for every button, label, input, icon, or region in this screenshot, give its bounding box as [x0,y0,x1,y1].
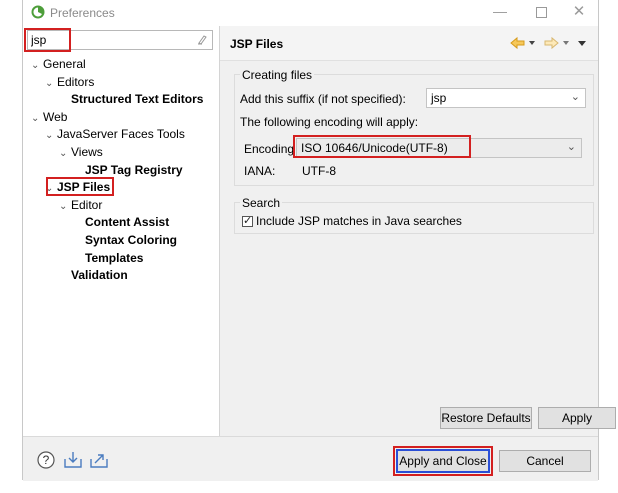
tree-item-label: Syntax Coloring [85,233,178,247]
tree-item-label: Web [43,109,68,124]
tree-item-label: Structured Text Editors [71,92,204,107]
restore-defaults-button[interactable]: Restore Defaults [440,407,532,429]
jsp-files-highlight [46,177,114,196]
tree-item-views[interactable]: ⌄ Views [59,144,103,161]
chevron-down-icon: ⌄ [570,91,580,103]
import-icon[interactable] [63,451,83,469]
tree-item-label: Validation [71,268,128,283]
tree-item-label: Content Assist [85,215,170,230]
tree-item-syntax-coloring[interactable]: Syntax Coloring [73,232,177,249]
help-icon[interactable]: ? [37,451,55,469]
tree-item-label: Views [71,145,103,159]
suffix-label: Add this suffix (if not specified): [240,92,406,106]
minimize-button[interactable]: — [489,2,511,22]
forward-arrow-icon[interactable] [544,36,559,50]
window-title: Preferences [50,6,115,20]
clear-filter-icon[interactable] [196,34,208,46]
page-title: JSP Files [230,37,284,51]
tree-item-templates[interactable]: Templates [73,250,143,267]
filter-highlight [24,28,71,52]
maximize-icon [536,7,547,18]
back-arrow-icon[interactable] [510,36,525,50]
tree-item-general[interactable]: ⌄ General [31,56,86,73]
tree-item-content-assist[interactable]: Content Assist [73,214,169,231]
creating-files-legend: Creating files [240,68,315,82]
tree-item-web[interactable]: ⌄ Web [31,109,67,126]
cancel-button[interactable]: Cancel [499,450,591,472]
title-bar: Preferences — ✕ [23,0,598,26]
search-legend: Search [240,196,283,210]
encoding-note: The following encoding will apply: [240,115,419,129]
page-header: JSP Files [220,26,598,61]
tree-item-label: JavaServer Faces Tools [57,127,185,142]
encoding-highlight [293,135,471,158]
chevron-down-icon[interactable]: ⌄ [59,145,71,162]
tree-item-editor[interactable]: ⌄ Editor [59,197,102,214]
maximize-button[interactable] [530,2,552,22]
preference-page: JSP Files Creating files Add this suffix… [220,26,616,436]
tree-item-label: Editor [71,197,103,212]
tree-item-javaserver-faces-tools[interactable]: ⌄ JavaServer Faces Tools [45,126,185,143]
view-menu-icon[interactable] [578,41,586,46]
forward-dropdown-icon[interactable] [563,41,569,45]
iana-label: IANA: [244,164,276,178]
suffix-value: jsp [431,91,447,105]
include-jsp-checkbox[interactable] [242,214,253,227]
tree-item-label: JSP Tag Registry [85,162,183,177]
chevron-down-icon[interactable]: ⌄ [31,57,43,74]
chevron-down-icon[interactable]: ⌄ [45,127,57,144]
include-jsp-label: Include JSP matches in Java searches [256,214,462,228]
tree-item-structured-text-editors[interactable]: Structured Text Editors [59,91,203,108]
dialog-button-bar: ? Apply and Close Cancel [23,436,598,481]
chevron-down-icon[interactable]: ⌄ [45,75,57,92]
chevron-down-icon[interactable]: ⌄ [59,198,71,215]
svg-text:?: ? [43,453,50,467]
encoding-label: Encoding [244,142,295,156]
tree-item-validation[interactable]: Validation [59,267,128,284]
export-icon[interactable] [89,451,109,469]
preferences-window: Preferences — ✕ ⌄General⌄EditorsStructur… [22,0,616,481]
tree-item-editors[interactable]: ⌄ Editors [45,74,94,91]
chevron-down-icon[interactable]: ⌄ [31,110,43,127]
apply-and-close-highlight [393,446,493,476]
chevron-down-icon: ⌄ [566,141,576,153]
back-dropdown-icon[interactable] [529,41,535,45]
suffix-combo[interactable]: jsp ⌄ [426,88,586,108]
tree-item-label: General [43,57,86,71]
apply-button[interactable]: Apply [538,407,616,429]
tree-item-label: Templates [85,250,144,265]
tree-item-label: Editors [57,74,95,89]
history-nav [510,36,586,50]
iana-value: UTF-8 [302,164,336,178]
close-button[interactable]: ✕ [568,2,590,22]
eclipse-app-icon [31,5,45,19]
